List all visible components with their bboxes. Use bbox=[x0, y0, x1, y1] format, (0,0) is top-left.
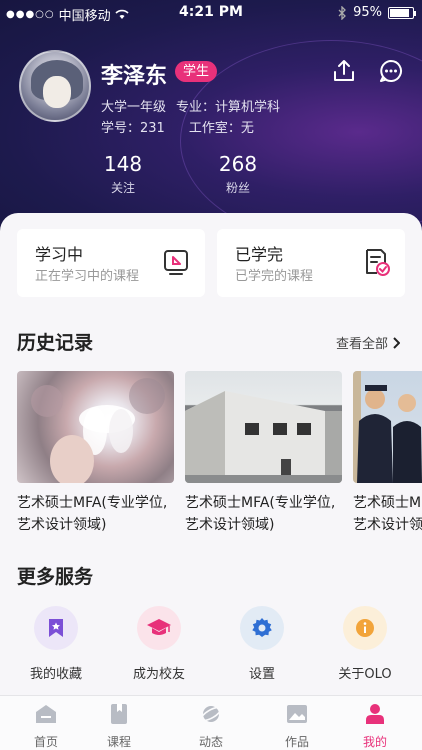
tab-label: 课程 bbox=[106, 735, 131, 749]
tab-mine[interactable]: 我的 bbox=[340, 702, 410, 750]
tab-courses[interactable]: 课程 bbox=[84, 702, 154, 750]
info-row-2: 学号：231 工作室：无 bbox=[101, 117, 254, 136]
service-label: 设置 bbox=[248, 667, 275, 682]
major-text: 专业：计算机学科 bbox=[176, 100, 281, 115]
stat-value: 268 bbox=[218, 152, 258, 176]
service-label: 成为校友 bbox=[132, 667, 185, 682]
card-subtitle: 正在学习中的课程 bbox=[35, 269, 140, 284]
role-badge: 学生 bbox=[175, 61, 218, 82]
student-id-text: 学号：231 bbox=[101, 121, 165, 136]
graduates-image bbox=[353, 371, 422, 483]
user-icon bbox=[366, 704, 384, 724]
planet-icon bbox=[200, 706, 222, 722]
grade-text: 大学一年级 bbox=[101, 100, 167, 115]
history-thumb[interactable] bbox=[353, 371, 422, 483]
tab-bar: 首页 课程 动态 作品 我的 bbox=[0, 695, 422, 750]
stat-label: 关注 bbox=[110, 181, 135, 195]
info-icon bbox=[356, 619, 374, 637]
service-alumni[interactable]: 成为校友 bbox=[114, 606, 204, 682]
stat-label: 粉丝 bbox=[225, 181, 250, 195]
history-item-title[interactable]: 艺术硕士MFA(专业学位, 艺术设计领域) bbox=[353, 492, 422, 536]
card-learning[interactable]: 学习中 正在学习中的课程 bbox=[17, 229, 205, 297]
tab-label: 动态 bbox=[198, 735, 223, 749]
card-title: 已学完 bbox=[235, 245, 284, 264]
gear-icon bbox=[252, 618, 272, 637]
battery-icon bbox=[388, 6, 416, 19]
tab-feed[interactable]: 动态 bbox=[176, 702, 246, 750]
history-item-title[interactable]: 艺术硕士MFA(专业学位, 艺术设计领域) bbox=[185, 492, 365, 536]
tab-home[interactable]: 首页 bbox=[11, 702, 81, 750]
history-item-title[interactable]: 艺术硕士MFA(专业学位, 艺术设计领域) bbox=[17, 492, 197, 536]
card-finished[interactable]: 已学完 已学完的课程 bbox=[217, 229, 405, 297]
tab-label: 我的 bbox=[362, 735, 387, 749]
avatar[interactable] bbox=[19, 50, 91, 122]
card-title: 学习中 bbox=[35, 245, 84, 264]
status-bar: ●●●○○ 中国移动 4:21 PM 95% bbox=[0, 0, 422, 26]
building-image bbox=[185, 391, 342, 483]
card-subtitle: 已学完的课程 bbox=[235, 269, 314, 284]
service-favorites[interactable]: 我的收藏 bbox=[11, 606, 101, 682]
tab-works[interactable]: 作品 bbox=[262, 702, 332, 750]
service-about[interactable]: 关于OLO bbox=[320, 606, 410, 682]
play-course-icon bbox=[164, 250, 188, 275]
message-icon[interactable] bbox=[378, 58, 404, 84]
history-thumb[interactable] bbox=[185, 371, 342, 483]
graduation-cap-icon bbox=[147, 619, 171, 635]
service-label: 我的收藏 bbox=[29, 667, 82, 682]
tab-label: 首页 bbox=[33, 735, 58, 749]
see-all-label: 查看全部 bbox=[335, 337, 388, 352]
home-icon bbox=[36, 705, 56, 723]
bookmark-star-icon bbox=[49, 619, 63, 637]
chevron-right-icon bbox=[393, 336, 400, 349]
stat-fans[interactable]: 268 粉丝 bbox=[198, 152, 278, 196]
studio-text: 工作室：无 bbox=[188, 121, 254, 136]
completed-doc-icon bbox=[366, 249, 390, 276]
stat-value: 148 bbox=[103, 152, 143, 176]
see-all-link[interactable]: 查看全部 bbox=[336, 333, 400, 352]
service-settings[interactable]: 设置 bbox=[217, 606, 307, 682]
user-name: 李泽东 bbox=[101, 64, 168, 89]
services-title: 更多服务 bbox=[17, 566, 94, 588]
share-icon[interactable] bbox=[331, 58, 357, 84]
tab-label: 作品 bbox=[284, 735, 309, 749]
history-thumb[interactable] bbox=[17, 371, 174, 483]
history-title: 历史记录 bbox=[17, 332, 94, 354]
image-icon bbox=[287, 705, 307, 723]
flower-image bbox=[31, 378, 165, 483]
bluetooth-icon bbox=[338, 5, 347, 20]
info-row-1: 大学一年级 专业：计算机学科 bbox=[101, 96, 280, 115]
book-icon bbox=[111, 704, 127, 724]
battery-percent: 95% bbox=[353, 5, 382, 20]
stat-following[interactable]: 148 关注 bbox=[83, 152, 163, 196]
service-label: 关于OLO bbox=[338, 667, 392, 682]
